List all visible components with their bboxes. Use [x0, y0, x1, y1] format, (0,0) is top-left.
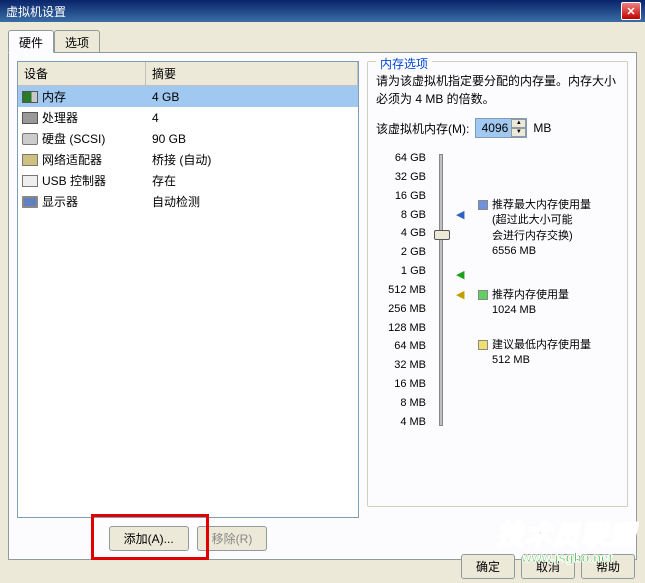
tick-label: 8 MB [376, 397, 426, 409]
display-icon [22, 196, 38, 208]
green-square-icon [478, 290, 488, 300]
device-name: 硬盘 (SCSI) [42, 130, 146, 147]
memory-icon [22, 91, 38, 103]
net-icon [22, 154, 38, 166]
blue-square-icon [478, 200, 488, 210]
add-button[interactable]: 添加(A)... [109, 526, 189, 551]
tab-hardware[interactable]: 硬件 [8, 30, 54, 53]
memory-input-row: 该虚拟机内存(M): ▲ ▼ MB [376, 118, 619, 138]
tab-strip: 硬件 选项 [8, 30, 637, 52]
memory-groupbox: 内存选项 请为该虚拟机指定要分配的内存量。内存大小必须为 4 MB 的倍数。 该… [367, 61, 628, 507]
device-row-disk[interactable]: 硬盘 (SCSI) 90 GB [18, 128, 358, 149]
tick-label: 128 MB [376, 322, 426, 334]
memory-field-label: 该虚拟机内存(M): [376, 120, 469, 137]
device-name: 显示器 [42, 193, 146, 210]
tick-label: 32 MB [376, 359, 426, 371]
device-buttons: 添加(A)... 移除(R) [17, 526, 359, 551]
device-list-header: 设备 摘要 [18, 62, 358, 86]
footer-buttons: 确定 取消 帮助 [461, 554, 635, 579]
remove-button: 移除(R) [197, 526, 268, 551]
disk-icon [22, 133, 38, 145]
device-column: 设备 摘要 内存 4 GB 处理器 4 硬盘 (SCSI) 90 GB [17, 61, 359, 551]
yellow-square-icon [478, 340, 488, 350]
legend-max-note1: (超过此大小可能 [492, 214, 573, 226]
tick-label: 8 GB [376, 209, 426, 221]
tick-label: 64 GB [376, 152, 426, 164]
legend-min-value: 512 MB [492, 354, 530, 366]
device-summary: 4 GB [146, 90, 358, 104]
device-summary: 存在 [146, 172, 358, 189]
memory-slider[interactable] [439, 154, 443, 426]
tick-label: 256 MB [376, 303, 426, 315]
device-summary: 90 GB [146, 132, 358, 146]
marker-rec-icon: ◀ [456, 268, 464, 281]
legend-rec-value: 1024 MB [492, 304, 536, 316]
legend-max-note2: 会进行内存交换) [492, 230, 573, 242]
header-summary: 摘要 [146, 62, 358, 85]
ok-button[interactable]: 确定 [461, 554, 515, 579]
slider-labels: 64 GB 32 GB 16 GB 8 GB 4 GB 2 GB 1 GB 51… [376, 150, 426, 430]
titlebar: 虚拟机设置 ✕ [0, 0, 645, 22]
tick-label: 32 GB [376, 171, 426, 183]
legend-min: 建议最低内存使用量 512 MB [478, 338, 591, 369]
window-title: 虚拟机设置 [4, 3, 621, 20]
memory-unit: MB [533, 121, 551, 135]
legend-min-label: 建议最低内存使用量 [492, 339, 591, 351]
groupbox-title: 内存选项 [376, 55, 432, 72]
device-summary: 桥接 (自动) [146, 151, 358, 168]
device-summary: 自动检测 [146, 193, 358, 210]
tick-label: 64 MB [376, 340, 426, 352]
tab-options[interactable]: 选项 [54, 30, 100, 52]
help-button[interactable]: 帮助 [581, 554, 635, 579]
device-name: 网络适配器 [42, 151, 146, 168]
tick-label: 2 GB [376, 246, 426, 258]
device-row-network[interactable]: 网络适配器 桥接 (自动) [18, 149, 358, 170]
close-button[interactable]: ✕ [621, 2, 641, 20]
device-list: 设备 摘要 内存 4 GB 处理器 4 硬盘 (SCSI) 90 GB [17, 61, 359, 518]
tab-panel: 设备 摘要 内存 4 GB 处理器 4 硬盘 (SCSI) 90 GB [8, 52, 637, 560]
legend-max: 推荐最大内存使用量 (超过此大小可能 会进行内存交换) 6556 MB [478, 198, 591, 260]
settings-column: 内存选项 请为该虚拟机指定要分配的内存量。内存大小必须为 4 MB 的倍数。 该… [367, 61, 628, 551]
tick-label: 512 MB [376, 284, 426, 296]
cpu-icon [22, 112, 38, 124]
legend-max-value: 6556 MB [492, 245, 536, 257]
tick-label: 4 MB [376, 416, 426, 428]
cancel-button[interactable]: 取消 [521, 554, 575, 579]
slider-thumb[interactable] [434, 230, 450, 240]
memory-description: 请为该虚拟机指定要分配的内存量。内存大小必须为 4 MB 的倍数。 [376, 72, 619, 108]
tick-label: 4 GB [376, 227, 426, 239]
device-row-usb[interactable]: USB 控制器 存在 [18, 170, 358, 191]
spin-up-icon[interactable]: ▲ [511, 119, 526, 128]
slider-track-column [430, 150, 452, 430]
marker-max-icon: ◀ [456, 208, 464, 221]
dialog-body: 硬件 选项 设备 摘要 内存 4 GB 处理器 4 [0, 22, 645, 583]
header-device: 设备 [18, 62, 146, 85]
device-name: 处理器 [42, 109, 146, 126]
device-row-cpu[interactable]: 处理器 4 [18, 107, 358, 128]
tick-label: 1 GB [376, 265, 426, 277]
device-row-display[interactable]: 显示器 自动检测 [18, 191, 358, 212]
legend-rec: 推荐内存使用量 1024 MB [478, 288, 569, 319]
device-name: USB 控制器 [42, 172, 146, 189]
tick-label: 16 MB [376, 378, 426, 390]
legend-max-label: 推荐最大内存使用量 [492, 199, 591, 211]
marker-column: ◀ ◀ ◀ [456, 150, 474, 430]
spin-down-icon[interactable]: ▼ [511, 128, 526, 137]
device-summary: 4 [146, 111, 358, 125]
device-name: 内存 [42, 88, 146, 105]
legend-rec-label: 推荐内存使用量 [492, 289, 569, 301]
tick-label: 16 GB [376, 190, 426, 202]
marker-min-icon: ◀ [456, 288, 464, 301]
legend-column: 推荐最大内存使用量 (超过此大小可能 会进行内存交换) 6556 MB 推荐内存… [478, 150, 619, 430]
usb-icon [22, 175, 38, 187]
device-row-memory[interactable]: 内存 4 GB [18, 86, 358, 107]
memory-slider-area: 64 GB 32 GB 16 GB 8 GB 4 GB 2 GB 1 GB 51… [376, 150, 619, 430]
